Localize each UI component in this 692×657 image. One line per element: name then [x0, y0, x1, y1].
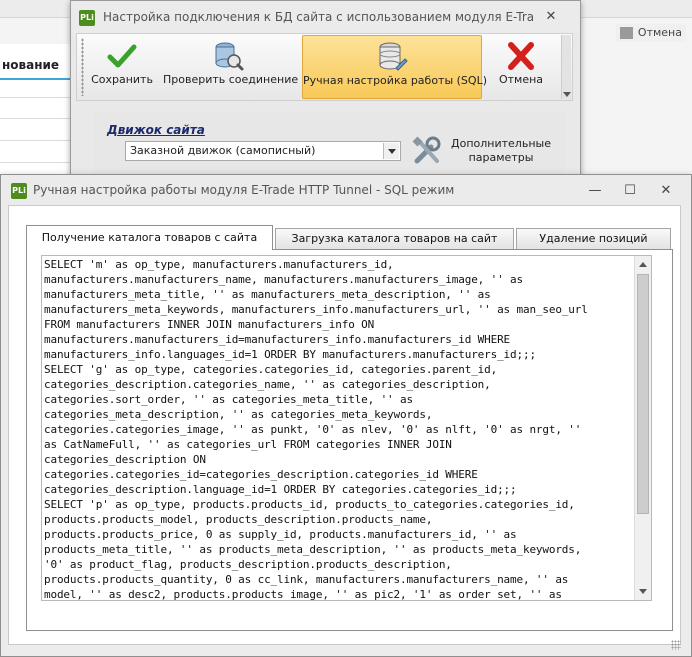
sql-window-title: Ручная настройка работы модуля E-Trade H…	[33, 183, 455, 197]
close-icon[interactable]: ✕	[541, 7, 561, 27]
chevron-down-icon	[563, 92, 571, 97]
resize-grip-icon[interactable]	[671, 640, 681, 650]
scroll-down-icon[interactable]	[635, 583, 651, 600]
background-row-divider	[0, 140, 72, 141]
tools-icon	[412, 136, 441, 164]
sql-query-textarea[interactable]: SELECT 'm' as op_type, manufacturers.man…	[41, 255, 652, 601]
close-icon[interactable]: ✕	[656, 181, 676, 201]
app-logo-icon: PLi	[11, 183, 27, 199]
tab-page: SELECT 'm' as op_type, manufacturers.man…	[26, 249, 673, 631]
scroll-up-icon[interactable]	[635, 256, 651, 273]
connection-window-title: Настройка подключения к БД сайта с испол…	[103, 10, 533, 24]
tab-catalog-download[interactable]: Получение каталога товаров с сайта	[26, 225, 273, 250]
background-column-header[interactable]: нование	[0, 50, 72, 80]
sql-window-content: Получение каталога товаров с сайта Загру…	[8, 205, 681, 645]
chevron-down-icon[interactable]	[383, 143, 399, 159]
save-label: Сохранить	[91, 73, 153, 86]
sql-mode-window: PLi Ручная настройка работы модуля E-Tra…	[0, 174, 692, 657]
database-edit-icon	[379, 42, 408, 71]
scrollbar-thumb[interactable]	[637, 274, 649, 514]
cancel-label: Отмена	[498, 73, 544, 86]
connection-toolbar: Сохранить Проверить соединение Ручная на…	[76, 33, 573, 101]
sql-query-text: SELECT 'm' as op_type, manufacturers.man…	[44, 258, 588, 601]
tab-delete-items[interactable]: Удаление позиций	[516, 228, 671, 249]
background-row-divider	[0, 97, 72, 98]
test-connection-label: Проверить соединение	[163, 73, 299, 86]
site-engine-group: Движок сайта Заказной движок (самописный…	[93, 111, 565, 173]
checkmark-icon	[107, 44, 137, 68]
site-engine-label: Движок сайта	[107, 123, 205, 137]
manual-sql-setup-button[interactable]: Ручная настройка работы (SQL)	[302, 35, 487, 99]
app-logo-icon: PLi	[79, 10, 95, 26]
connection-settings-window: PLi Настройка подключения к БД сайта с и…	[70, 0, 581, 200]
extra-params-label: Дополнительные параметры	[451, 137, 551, 164]
cancel-button[interactable]: Отмена	[491, 35, 551, 99]
sql-window-titlebar[interactable]: PLi Ручная настройка работы модуля E-Tra…	[1, 175, 691, 205]
manual-sql-setup-label: Ручная настройка работы (SQL)	[303, 74, 487, 87]
background-row-divider	[0, 162, 72, 163]
background-row-divider	[0, 118, 72, 119]
connection-window-titlebar[interactable]: PLi Настройка подключения к БД сайта с и…	[71, 1, 580, 33]
background-cancel-label: Отмена	[637, 26, 682, 39]
test-connection-button[interactable]: Проверить соединение	[163, 35, 299, 99]
minimize-icon[interactable]: —	[585, 181, 605, 201]
toolbar-scroll[interactable]	[561, 35, 571, 99]
toolbar-grip-handle[interactable]	[81, 38, 84, 96]
tab-catalog-upload[interactable]: Загрузка каталога товаров на сайт	[275, 228, 514, 249]
extra-params-button[interactable]: Дополнительные параметры	[411, 135, 561, 169]
database-check-icon	[215, 42, 244, 71]
red-x-icon	[508, 42, 534, 70]
cancel-box-icon	[619, 27, 633, 39]
sql-tabs: Получение каталога товаров с сайта Загру…	[26, 225, 673, 250]
save-button[interactable]: Сохранить	[91, 35, 153, 99]
site-engine-selected-value: Заказной движок (самописный)	[130, 144, 316, 157]
maximize-icon[interactable]: ☐	[620, 181, 640, 201]
sql-vertical-scrollbar[interactable]	[634, 256, 651, 600]
site-engine-select[interactable]: Заказной движок (самописный)	[125, 141, 401, 161]
background-cancel-button[interactable]: Отмена	[615, 24, 686, 42]
